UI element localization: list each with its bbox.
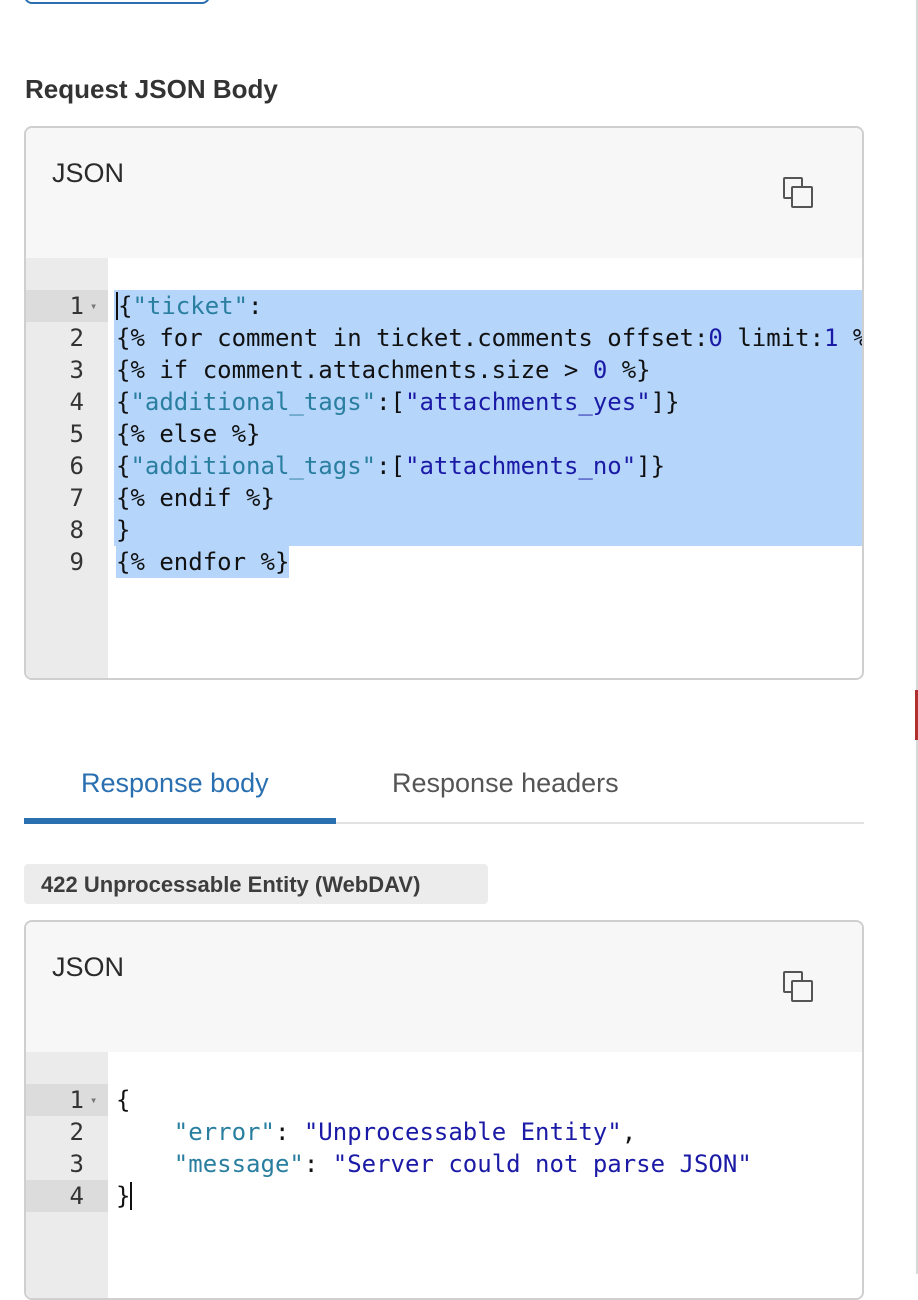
code-text: {"ticket": xyxy=(116,290,263,322)
line-number: 3 xyxy=(69,1150,84,1178)
code-text: { xyxy=(116,1084,130,1116)
code-token: "message" xyxy=(173,1150,304,1178)
code-token: ]} xyxy=(650,388,680,416)
code-text: "message": "Server could not parse JSON" xyxy=(116,1148,752,1180)
code-token: {% endif %} xyxy=(116,484,275,512)
code-token: { xyxy=(116,452,131,480)
code-token: : xyxy=(248,292,263,320)
code-text: {% endif %} xyxy=(116,482,275,514)
response-tabs: Response body Response headers xyxy=(24,756,864,824)
code-line[interactable]: 1 ▾ { xyxy=(26,1084,862,1116)
request-code-lines[interactable]: 1 ▾ {"ticket": 2 {% for comment in ticket.co… xyxy=(26,290,862,578)
code-token: { xyxy=(116,388,131,416)
response-code-lines[interactable]: 1 ▾{2 "error": "Unprocessable Entity", 3 "… xyxy=(26,1084,862,1212)
code-token: 0 xyxy=(592,356,608,384)
code-token: : xyxy=(303,1150,333,1178)
line-number: 3 xyxy=(69,356,84,384)
line-number: 4 xyxy=(69,1182,84,1210)
line-number: 2 xyxy=(69,1118,84,1146)
code-token: 0 xyxy=(708,324,723,352)
response-json-panel: JSON 1 ▾ {2 "error": "Unprocessable Entity… xyxy=(24,920,864,1300)
code-token: { xyxy=(116,1086,131,1114)
code-token: "attachments_no" xyxy=(405,452,637,480)
code-text: } xyxy=(116,514,130,546)
status-badge: 422 Unprocessable Entity (WebDAV) xyxy=(24,864,488,904)
code-line[interactable]: 2 "error": "Unprocessable Entity", xyxy=(26,1116,862,1148)
code-token: "error" xyxy=(173,1118,275,1146)
text-cursor xyxy=(130,1182,133,1210)
request-panel-header: JSON xyxy=(26,128,862,260)
line-number: 2 xyxy=(69,324,84,352)
code-token: {% else %} xyxy=(116,420,261,448)
code-line[interactable]: 6 {"additional_tags":["attachments_no"]} xyxy=(26,450,862,482)
fold-arrow-icon[interactable]: ▾ xyxy=(90,1084,97,1116)
code-text: {"additional_tags":["attachments_yes"]} xyxy=(116,386,680,418)
code-line[interactable]: 8} xyxy=(26,514,862,546)
code-token: } xyxy=(116,516,131,544)
copy-icon[interactable] xyxy=(782,176,816,210)
code-token: "additional_tags" xyxy=(130,388,377,416)
code-token: "additional_tags" xyxy=(130,452,377,480)
code-token: %} xyxy=(607,356,651,384)
request-body-title: Request JSON Body xyxy=(25,74,278,104)
code-line[interactable]: 7 {% endif %} xyxy=(26,482,862,514)
code-token: :[ xyxy=(376,452,405,480)
code-line[interactable]: 4 {"additional_tags":["attachments_yes"]} xyxy=(26,386,862,418)
code-text: } xyxy=(116,1180,133,1212)
code-line[interactable]: 5 {% else %} xyxy=(26,418,862,450)
line-number: 5 xyxy=(69,420,84,448)
code-token: : xyxy=(274,1118,304,1146)
code-token: {% for comment in ticket.comments offset… xyxy=(116,324,709,352)
request-panel-label: JSON xyxy=(52,158,125,188)
code-token: "ticket" xyxy=(132,292,249,320)
previous-action-button[interactable] xyxy=(24,0,210,4)
active-tab-indicator xyxy=(24,818,336,824)
line-number: 9 xyxy=(69,548,84,576)
line-number: 7 xyxy=(69,484,84,512)
fold-arrow-icon[interactable]: ▾ xyxy=(90,290,97,322)
code-token: "Unprocessable Entity" xyxy=(303,1118,622,1146)
code-token: ]} xyxy=(636,452,666,480)
line-number: 4 xyxy=(69,388,84,416)
code-token: {% endfor %} xyxy=(116,548,290,576)
code-text: {% for comment in ticket.comments offset… xyxy=(116,322,862,354)
code-token: "Server could not parse JSON" xyxy=(332,1150,752,1178)
code-token: {% if comment.attachments.size > xyxy=(116,356,593,384)
code-line[interactable]: 4} xyxy=(26,1180,862,1212)
tab-response-body[interactable]: Response body xyxy=(81,768,269,799)
code-text: {% else %} xyxy=(116,418,261,450)
line-number: 8 xyxy=(69,516,84,544)
line-number: 1 xyxy=(69,1086,84,1114)
code-token: "attachments_yes" xyxy=(405,388,651,416)
response-code-editor[interactable]: 1 ▾{2 "error": "Unprocessable Entity", 3 "… xyxy=(26,1052,862,1298)
code-token: { xyxy=(116,292,133,320)
request-code-editor[interactable]: 1 ▾ {"ticket": 2 {% for comment in ticket.co… xyxy=(26,258,862,678)
selection-highlight xyxy=(114,514,862,546)
code-line[interactable]: 9 {% endfor %} xyxy=(26,546,862,578)
code-token: % xyxy=(838,324,862,352)
code-token: :[ xyxy=(376,388,405,416)
code-text: "error": "Unprocessable Entity", xyxy=(116,1116,636,1148)
line-number: 1 xyxy=(69,292,84,320)
response-panel-label: JSON xyxy=(52,952,125,982)
code-token: , xyxy=(621,1118,637,1146)
code-line[interactable]: 3 {% if comment.attachments.size > 0 %} xyxy=(26,354,862,386)
code-token: } xyxy=(116,1182,131,1210)
code-line[interactable]: 1 ▾ {"ticket": xyxy=(26,290,862,322)
code-token: 1 xyxy=(824,324,839,352)
tab-response-headers[interactable]: Response headers xyxy=(392,768,619,799)
code-line[interactable]: 2 {% for comment in ticket.comments offse… xyxy=(26,322,862,354)
code-line[interactable]: 3 "message": "Server could not parse JSO… xyxy=(26,1148,862,1180)
request-json-panel: JSON 1 ▾ {"ticket": 2 {% for comment in tick… xyxy=(24,126,864,680)
copy-icon[interactable] xyxy=(782,970,816,1004)
code-text: {"additional_tags":["attachments_no"]} xyxy=(116,450,665,482)
response-panel-header: JSON xyxy=(26,922,862,1054)
line-number: 6 xyxy=(69,452,84,480)
code-text: {% if comment.attachments.size > 0 %} xyxy=(116,354,651,386)
code-text: {% endfor %} xyxy=(116,546,290,578)
code-token: limit: xyxy=(722,324,825,352)
